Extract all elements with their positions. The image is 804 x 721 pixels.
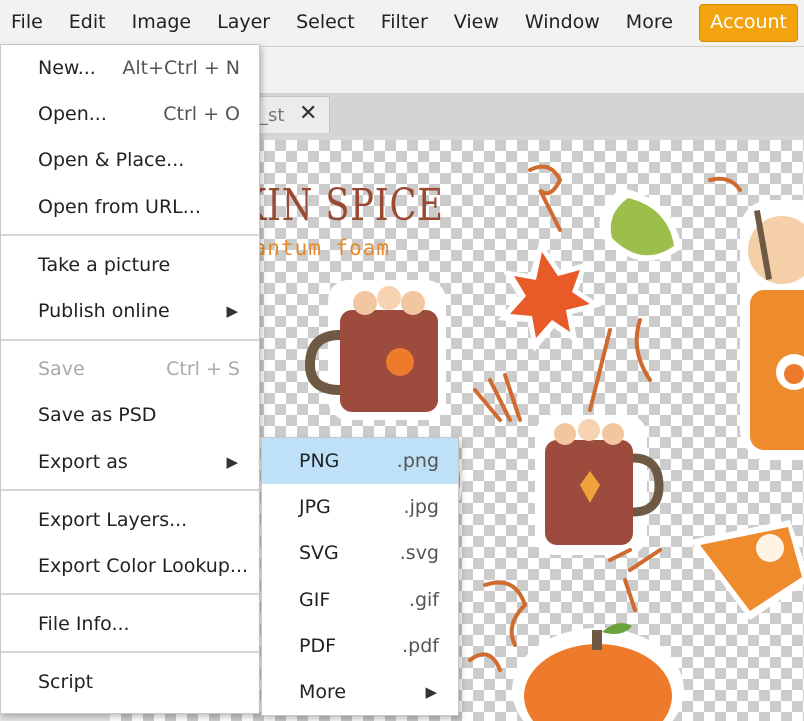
menu-separator <box>1 234 259 236</box>
document-tab-title: _st <box>259 105 285 126</box>
export-format-label: More <box>299 681 347 703</box>
menu-item-open-place[interactable]: Open & Place... <box>1 137 259 183</box>
submenu-arrow-icon: ▶ <box>425 683 437 701</box>
close-tab-icon[interactable]: ✕ <box>299 101 317 126</box>
menu-item-label: Open & Place... <box>38 149 185 171</box>
menu-item-shortcut: Alt+Ctrl + N <box>122 57 240 79</box>
menu-item-label: Save <box>38 358 85 380</box>
menu-file[interactable]: File <box>0 0 56 46</box>
menu-item-label: New... <box>38 57 96 79</box>
menu-item-label: Export Color Lookup... <box>38 555 249 577</box>
menu-image[interactable]: Image <box>119 0 205 46</box>
export-format-label: GIF <box>299 589 331 611</box>
menu-layer[interactable]: Layer <box>204 0 283 46</box>
export-format-label: PNG <box>299 450 340 472</box>
menu-item-export-as[interactable]: Export as ▶ <box>1 439 259 485</box>
menu-item-label: File Info... <box>38 613 130 635</box>
export-png-item[interactable]: PNG .png <box>262 438 458 484</box>
export-svg-item[interactable]: SVG .svg <box>262 530 458 576</box>
submenu-arrow-icon: ▶ <box>226 302 238 320</box>
menu-item-label: Take a picture <box>38 254 171 276</box>
menu-item-export-layers[interactable]: Export Layers... <box>1 497 259 543</box>
submenu-arrow-icon: ▶ <box>226 453 238 471</box>
menu-item-label: Save as PSD <box>38 404 157 426</box>
maple-leaf-sticker <box>498 240 602 352</box>
export-format-extension: .png <box>396 450 439 472</box>
menu-item-label: Open from URL... <box>38 196 201 218</box>
menu-separator <box>1 651 259 653</box>
export-jpg-item[interactable]: JPG .jpg <box>262 484 458 530</box>
menu-item-label: Script <box>38 671 94 693</box>
file-menu: New... Alt+Ctrl + N Open... Ctrl + O Ope… <box>0 44 260 714</box>
export-pdf-item[interactable]: PDF .pdf <box>262 623 458 669</box>
menu-item-script[interactable]: Script <box>1 659 259 705</box>
pumpkin-sticker <box>512 623 684 721</box>
menu-item-take-picture[interactable]: Take a picture <box>1 242 259 288</box>
menu-item-shortcut: Ctrl + O <box>163 103 240 125</box>
latte-mug-sticker <box>304 280 446 420</box>
menu-separator <box>1 489 259 491</box>
export-format-extension: .pdf <box>402 635 439 657</box>
export-format-extension: .gif <box>408 589 439 611</box>
menu-item-new[interactable]: New... Alt+Ctrl + N <box>1 45 259 91</box>
menubar: File Edit Image Layer Select Filter View… <box>0 0 804 47</box>
menu-separator <box>1 339 259 341</box>
menu-item-export-color-lookup[interactable]: Export Color Lookup... <box>1 543 259 589</box>
menu-select[interactable]: Select <box>283 0 368 46</box>
menu-item-publish-online[interactable]: Publish online ▶ <box>1 288 259 334</box>
menu-window[interactable]: Window <box>512 0 613 46</box>
canvas-subtitle-text: uantum foam <box>240 236 391 260</box>
export-format-extension: .svg <box>399 542 439 564</box>
menu-item-label: Export as <box>38 451 128 473</box>
export-format-label: JPG <box>299 496 331 518</box>
green-leaf-sticker <box>599 188 682 261</box>
menu-item-label: Export Layers... <box>38 509 188 531</box>
menu-item-save[interactable]: Save Ctrl + S <box>1 346 259 392</box>
export-format-label: PDF <box>299 635 337 657</box>
export-more-item[interactable]: More ▶ <box>262 669 458 715</box>
menu-item-shortcut: Ctrl + S <box>166 358 240 380</box>
menu-separator <box>1 593 259 595</box>
pie-slice-sticker <box>690 520 804 620</box>
export-format-label: SVG <box>299 542 339 564</box>
menu-item-save-psd[interactable]: Save as PSD <box>1 392 259 438</box>
menu-item-open-url[interactable]: Open from URL... <box>1 184 259 230</box>
document-tab[interactable]: _st ✕ <box>248 96 330 133</box>
menu-item-open[interactable]: Open... Ctrl + O <box>1 91 259 137</box>
export-gif-item[interactable]: GIF .gif <box>262 577 458 623</box>
menu-more[interactable]: More <box>613 0 686 46</box>
menu-view[interactable]: View <box>441 0 512 46</box>
menu-item-label: Open... <box>38 103 107 125</box>
autumn-mug-sticker <box>535 415 664 555</box>
menu-edit[interactable]: Edit <box>56 0 119 46</box>
iced-drink-sticker <box>740 200 804 460</box>
export-as-submenu: PNG .png JPG .jpg SVG .svg GIF .gif PDF … <box>261 437 459 716</box>
export-format-extension: .jpg <box>403 496 439 518</box>
menu-filter[interactable]: Filter <box>368 0 441 46</box>
canvas-title-text: KIN SPICE <box>240 180 444 231</box>
menu-item-label: Publish online <box>38 300 170 322</box>
account-button[interactable]: Account <box>699 4 798 42</box>
menu-item-file-info[interactable]: File Info... <box>1 601 259 647</box>
